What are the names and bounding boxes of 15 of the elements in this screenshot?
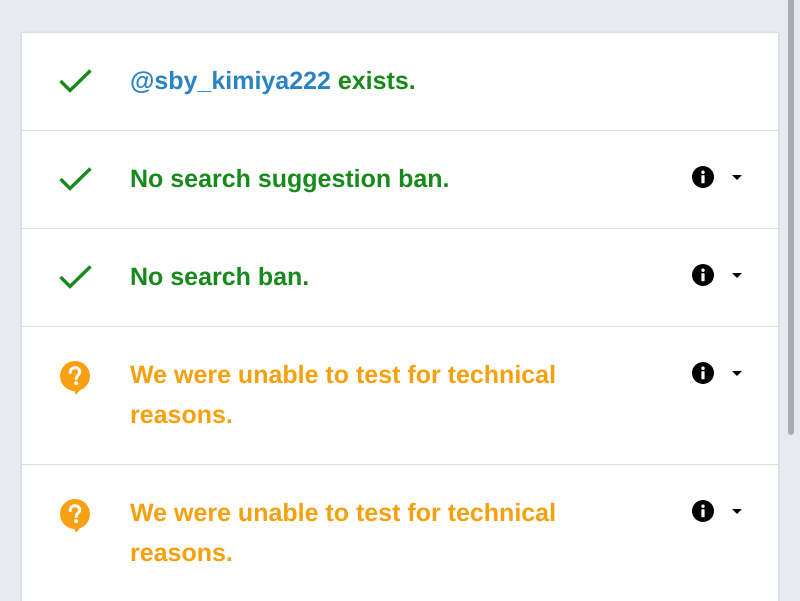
result-message: No search ban. (130, 262, 310, 293)
result-message: We were unable to test for technical reasons. (130, 360, 558, 431)
info-icon[interactable] (692, 166, 714, 188)
caret-down-icon[interactable] (732, 370, 742, 376)
caret-down-icon[interactable] (732, 272, 742, 278)
result-message: No search suggestion ban. (130, 164, 450, 195)
result-message: We were unable to test for technical reasons. (130, 498, 558, 569)
scrollbar-thumb[interactable] (788, 0, 794, 435)
username-link[interactable]: @sby_kimiya222 (130, 67, 331, 95)
info-icon[interactable] (692, 362, 714, 384)
info-icon[interactable] (692, 500, 714, 522)
caret-down-icon[interactable] (732, 174, 742, 180)
info-icon[interactable] (692, 264, 714, 286)
caret-down-icon[interactable] (732, 508, 742, 514)
result-message: @sby_kimiya222 exists. (130, 66, 416, 97)
